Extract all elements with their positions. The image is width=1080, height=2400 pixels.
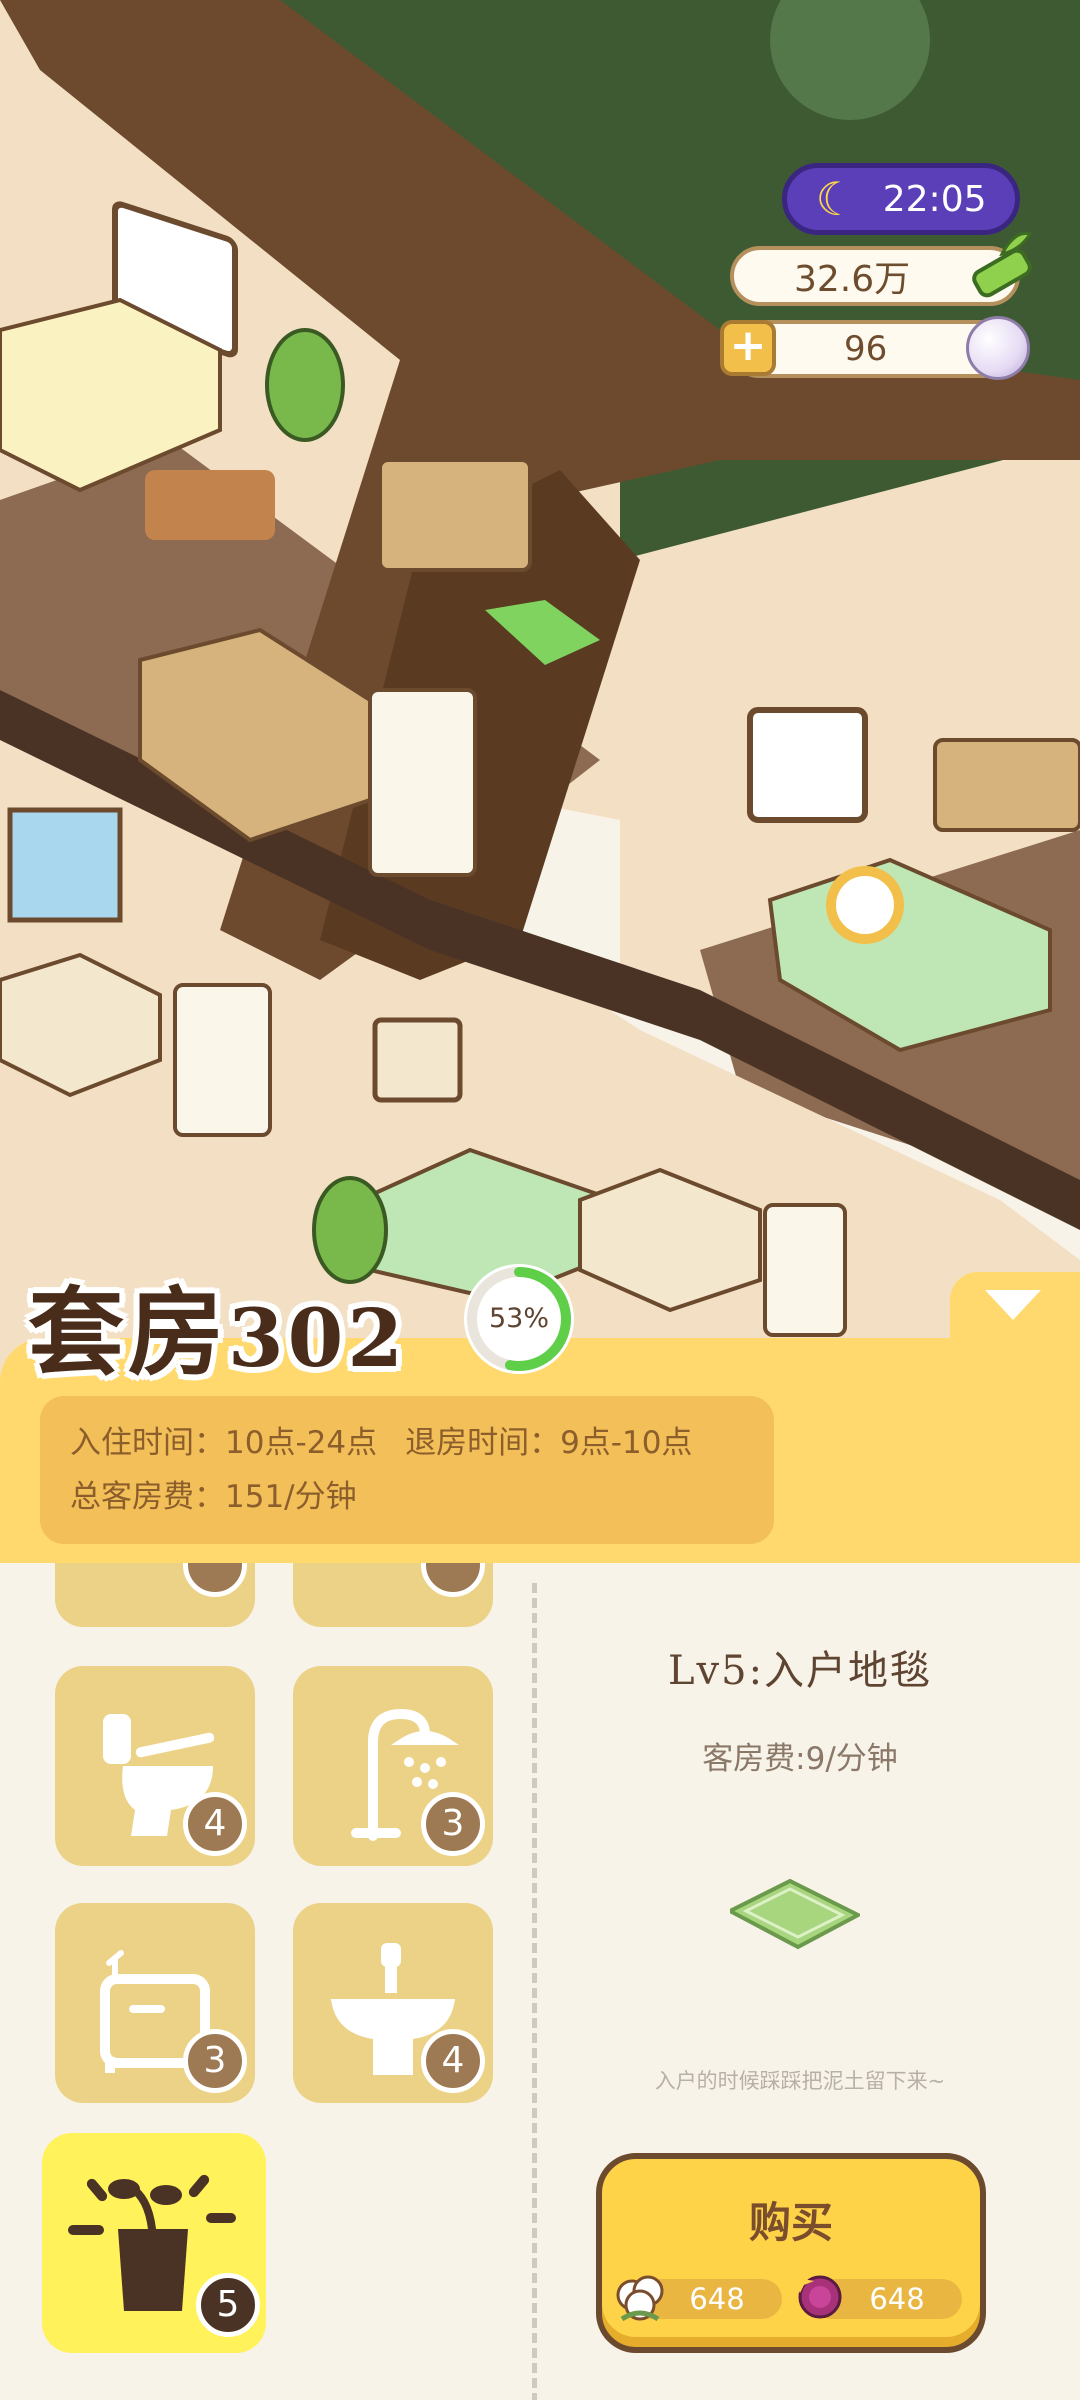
money-text: 32.6万 (794, 259, 911, 300)
window (7, 807, 123, 923)
nightstand (378, 458, 532, 572)
buy-button[interactable]: 购买 648 648 (596, 2153, 986, 2353)
checkin-time: 入住时间：10点-24点 (70, 1425, 378, 1461)
checkout-time: 退房时间：9点-10点 (405, 1425, 693, 1461)
room-progress-ring: 53% (458, 1258, 580, 1380)
furniture-tile-partial[interactable] (293, 1563, 493, 1627)
item-description: 入户的时候踩踩把泥土留下来~ (654, 2069, 946, 2093)
lower-fridge (173, 983, 272, 1137)
pearl-count: 96 (844, 329, 888, 369)
time-text: 22:05 (882, 178, 987, 220)
pearl-display: + 96 (720, 316, 1030, 380)
money-display: 32.6万 (730, 231, 1033, 306)
item-fee: 客房费:9/分钟 (702, 1741, 898, 1777)
furniture-tile-partial[interactable] (55, 1563, 255, 1627)
total-room-fee: 总客房费：151/分钟 (70, 1479, 357, 1515)
furniture-tile-cabinet[interactable]: 3 (55, 1903, 255, 2103)
furniture-tile-sink[interactable]: 4 (293, 1903, 493, 2103)
count-badge (183, 1563, 247, 1597)
count-badge: 4 (183, 1792, 247, 1856)
add-pearl-button[interactable]: + (720, 320, 776, 376)
fridge (368, 688, 477, 877)
lower-fridge-right (763, 1203, 847, 1337)
room-name: 套房 (28, 1276, 228, 1389)
progress-label: 53% (488, 1303, 549, 1334)
flower-pillow (826, 866, 904, 944)
furniture-tile-shower[interactable]: 3 (293, 1666, 493, 1866)
entry-mat-icon (730, 1878, 860, 1950)
count-badge (421, 1563, 485, 1597)
collapse-panel-button[interactable] (985, 1290, 1041, 1320)
dashed-divider (532, 1583, 537, 2400)
flower-painting (372, 1017, 463, 1103)
room-number: 302 (228, 1291, 407, 1385)
game-screen: ☾ 22:05 32.6万 + 96 套房302 53% 入住时间：10点-24… (0, 0, 1080, 2400)
furniture-tile-entry-mat[interactable]: 5 (42, 2133, 266, 2353)
moon-icon: ☾ (815, 172, 857, 226)
buy-label: 购买 (748, 2198, 833, 2247)
count-badge: 3 (183, 2029, 247, 2093)
right-painting (747, 707, 868, 823)
furniture-shop: 4 3 3 4 5 Lv5:入户地毯 客房费:9/分钟 入户的时候踩踩把泥土留下… (0, 1563, 1080, 2400)
count-badge: 4 (421, 2029, 485, 2093)
furniture-tile-toilet[interactable]: 4 (55, 1666, 255, 1866)
room-title: 套房302 (28, 1255, 407, 1394)
room-info-box: 入住时间：10点-24点 退房时间：9点-10点 总客房费：151/分钟 (40, 1396, 774, 1544)
table (145, 470, 275, 540)
item-name: Lv5:入户地毯 (667, 1648, 933, 1694)
count-badge: 5 (196, 2273, 260, 2337)
purple-flower-icon (788, 2269, 842, 2319)
leaf-character (265, 328, 345, 442)
pearl-icon (966, 316, 1030, 380)
right-cabinet (933, 738, 1080, 832)
bamboo-icon (972, 231, 1033, 298)
cotton-icon (616, 2275, 664, 2322)
count-badge: 3 (421, 1792, 485, 1856)
